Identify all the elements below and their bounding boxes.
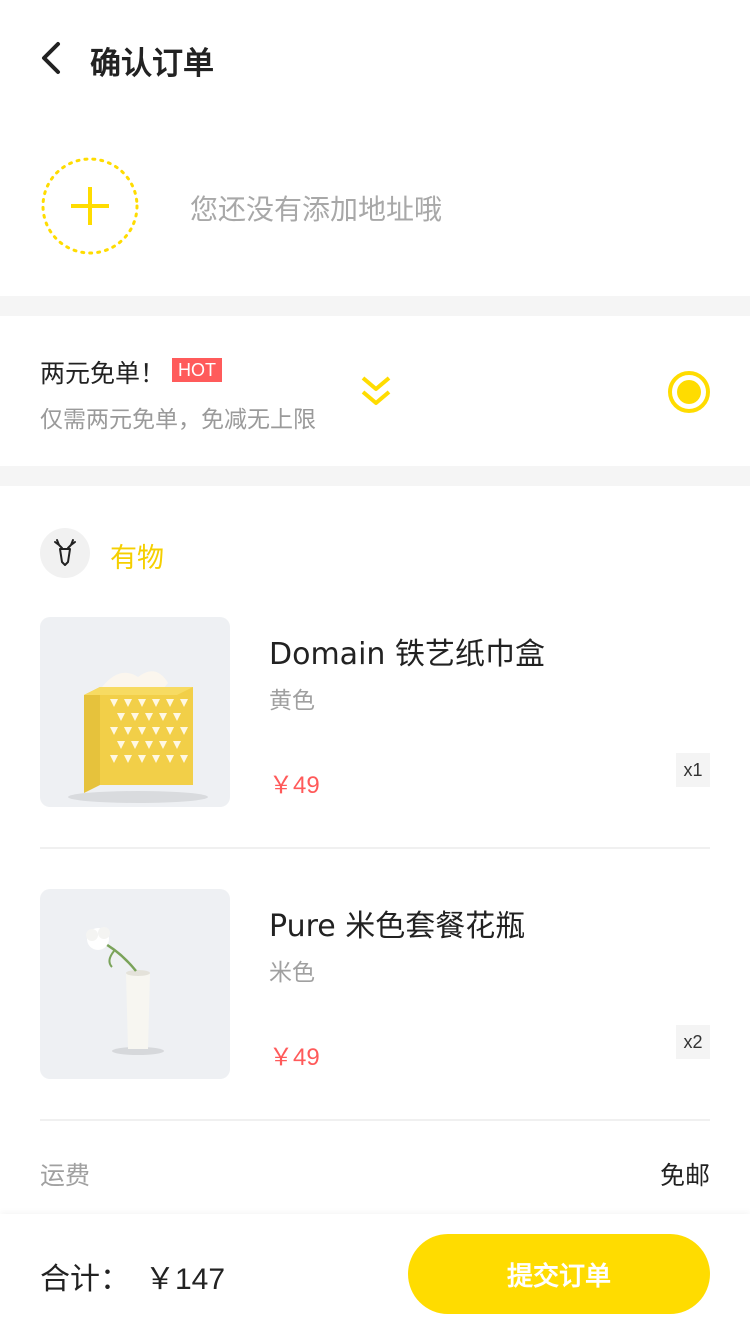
deer-logo-icon [40, 528, 90, 578]
shop-name: 有物 [110, 543, 164, 574]
address-section[interactable]: 您还没有添加地址哦 [0, 118, 750, 296]
promo-title: 两元免单！ [40, 359, 166, 388]
header: 确认订单 [0, 0, 750, 118]
add-address-icon[interactable] [40, 156, 140, 256]
item-quantity: x2 [676, 1025, 710, 1059]
order-item[interactable]: Domain 铁艺纸巾盒 黄色 ￥49 x1 [40, 617, 710, 849]
item-divider [40, 1119, 710, 1121]
item-divider [40, 847, 710, 849]
order-item[interactable]: Pure 米色套餐花瓶 米色 ￥49 x2 [40, 889, 710, 1121]
shop-section: 有物 Domain 铁艺纸巾盒 黄色 ￥49 x1 Pure 米色套餐花瓶 米色… [0, 486, 750, 1214]
shipping-value: 免邮 [659, 1161, 710, 1190]
promo-section[interactable]: 两元免单！ HOT 仅需两元免单，免减无上限 [0, 316, 750, 466]
promo-radio-selected-icon[interactable] [667, 370, 711, 414]
address-empty-text: 您还没有添加地址哦 [190, 193, 443, 226]
double-chevron-down-icon[interactable] [358, 374, 394, 410]
item-variant: 米色 [269, 960, 315, 986]
back-chevron-icon[interactable] [32, 36, 76, 80]
item-name: Pure 米色套餐花瓶 [269, 909, 526, 944]
item-price: ￥49 [269, 772, 320, 799]
shipping-label: 运费 [40, 1161, 91, 1190]
total-label: 合计： [40, 1262, 130, 1297]
vase-image [40, 889, 230, 1079]
section-divider [0, 296, 750, 316]
total-value: ￥147 [145, 1263, 226, 1296]
hot-badge: HOT [172, 358, 222, 382]
item-name: Domain 铁艺纸巾盒 [269, 637, 545, 672]
section-divider [0, 466, 750, 486]
tissue-box-image [40, 617, 230, 807]
item-variant: 黄色 [269, 688, 315, 714]
item-quantity: x1 [676, 753, 710, 787]
checkout-bar: 合计： ￥147 提交订单 [0, 1214, 750, 1334]
item-price: ￥49 [269, 1044, 320, 1071]
page-title: 确认订单 [90, 46, 214, 82]
confirm-order-page: 确认订单 您还没有添加地址哦 两元免单！ HOT 仅需两元免单，免减无上限 有物… [0, 0, 750, 1334]
promo-subtitle: 仅需两元免单，免减无上限 [40, 407, 316, 433]
submit-order-button[interactable]: 提交订单 [408, 1234, 710, 1314]
